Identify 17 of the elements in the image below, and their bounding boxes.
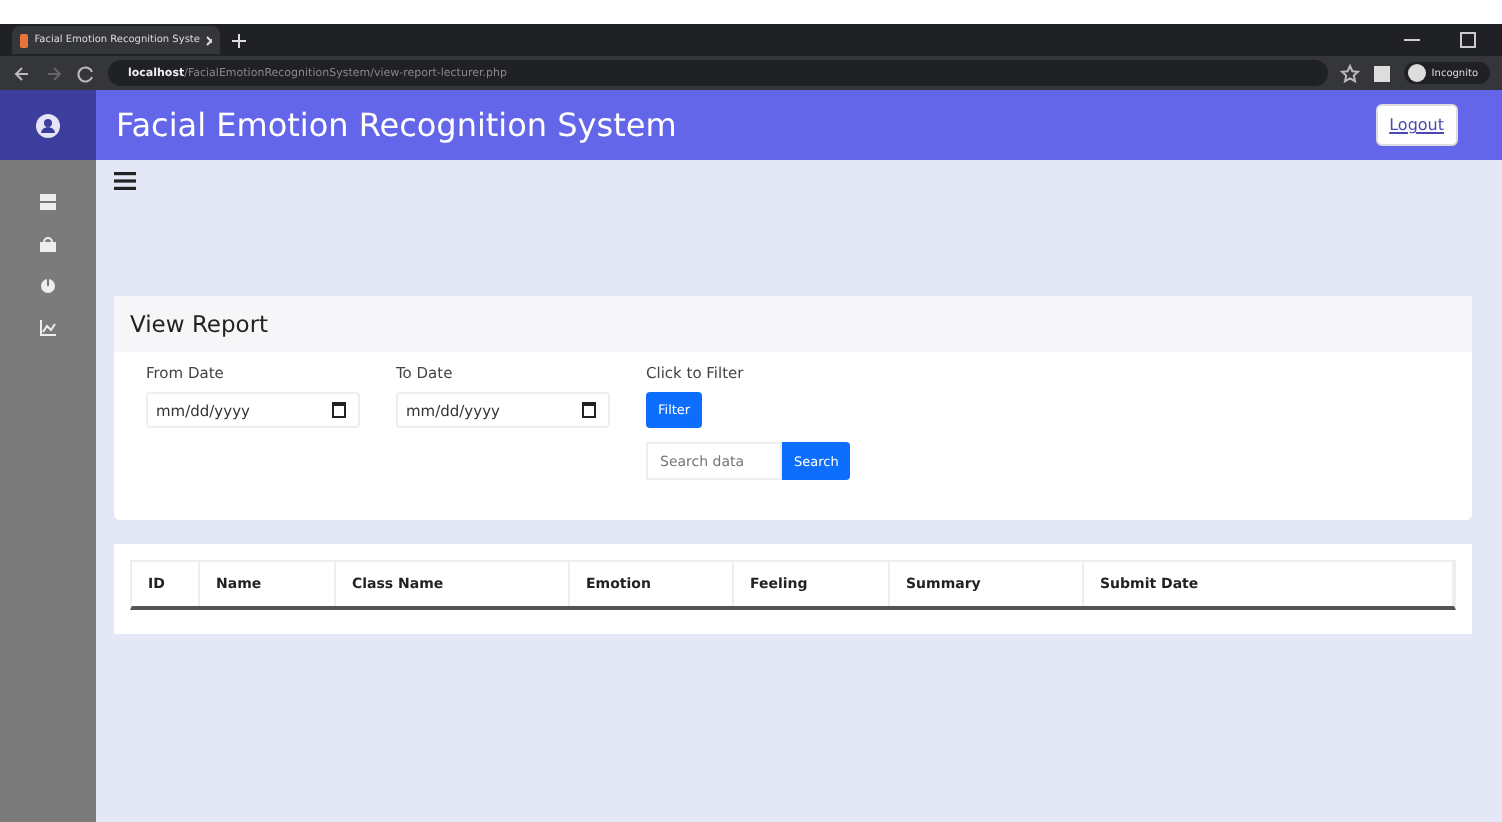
new-tab-icon[interactable] [232,33,246,47]
sidebar-icon[interactable] [1371,63,1392,83]
calendar-icon[interactable] [332,402,346,418]
card-title: View Report [130,310,269,338]
reload-icon[interactable] [76,63,96,83]
favicon-icon [20,33,29,47]
dashboard-icon[interactable] [40,194,56,210]
maximize-icon[interactable] [1458,30,1478,50]
logout-button[interactable]: Logout [1375,104,1458,146]
bag-icon[interactable] [40,236,56,252]
calendar-icon[interactable] [582,402,596,418]
menu-icon[interactable] [114,172,136,190]
star-icon[interactable] [1339,63,1360,83]
line-chart-icon[interactable] [40,320,56,336]
back-icon[interactable] [12,63,32,83]
app-title: Facial Emotion Recognition System [116,106,677,144]
user-icon[interactable] [36,113,60,137]
